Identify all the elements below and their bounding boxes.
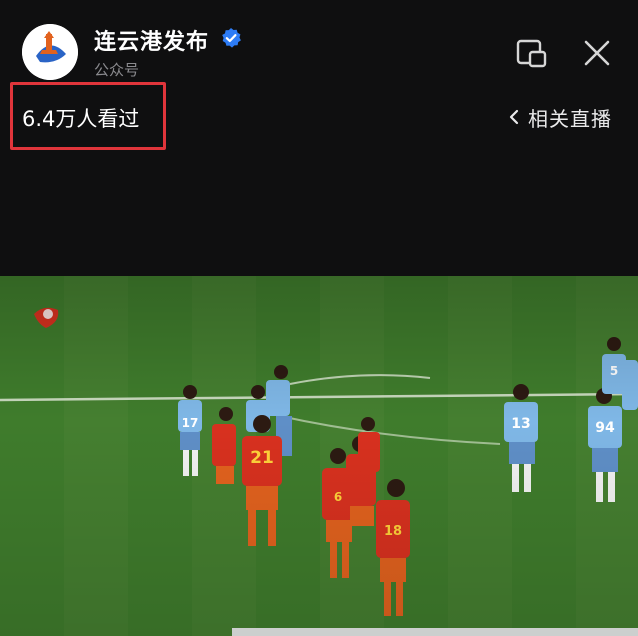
chevron-left-icon [509,109,519,125]
player-number: 17 [181,416,199,430]
close-icon[interactable] [582,38,612,68]
player-number: 94 [595,420,615,436]
verified-badge-icon [222,28,241,48]
ad-board [232,628,638,636]
player-number: 18 [383,524,403,539]
player-number: 21 [250,448,274,468]
account-avatar[interactable] [22,24,78,80]
account-type-label: 公众号 [94,61,140,79]
picture-in-picture-icon[interactable] [516,38,548,68]
related-live-label: 相关直播 [528,106,612,131]
video-header: 连云港发布 公众号 6.4万人看过 相关直播 [0,0,638,276]
player-number: 13 [511,416,531,432]
account-logo-icon [22,24,78,80]
video-frame [0,307,638,616]
player-number: 6 [333,490,343,504]
video-player[interactable]: 17 13 94 5 21 18 6 [0,276,638,636]
related-live-link[interactable]: 相关直播 [508,104,612,131]
broadcaster-logo-icon [34,307,59,328]
player-number: 5 [609,364,619,378]
account-name[interactable]: 连云港发布 [94,24,209,56]
view-count: 6.4万人看过 [22,107,140,131]
